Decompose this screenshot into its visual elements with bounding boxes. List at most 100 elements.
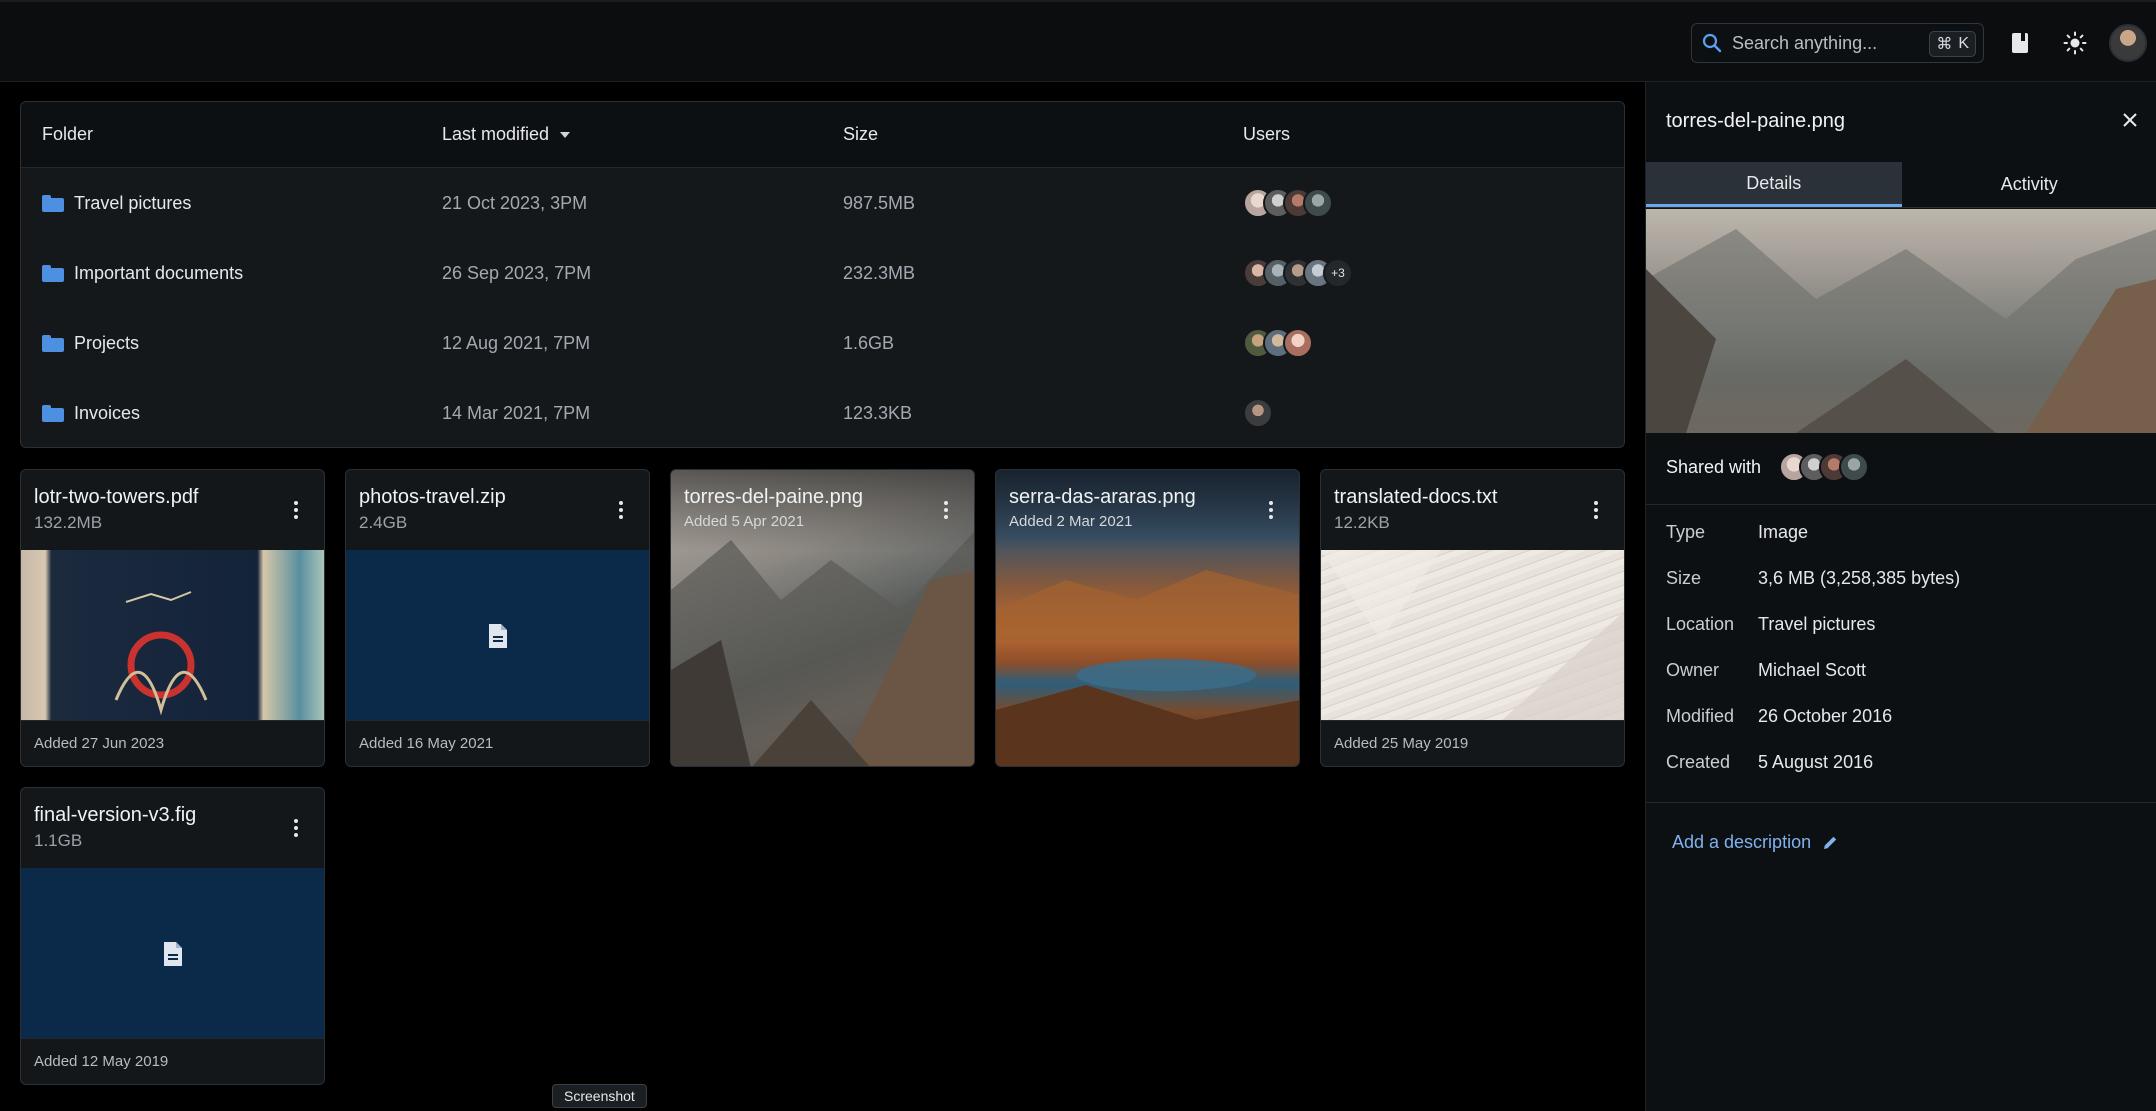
folder-size: 987.5MB [843, 192, 916, 213]
property-row: Modified 26 October 2016 [1666, 693, 1960, 739]
avatar [1243, 398, 1273, 428]
property-value: 3,6 MB (3,258,385 bytes) [1758, 567, 1961, 588]
theme-toggle-button[interactable] [2055, 23, 2095, 63]
file-name: lotr-two-towers.pdf [34, 486, 199, 508]
column-header-folder[interactable]: Folder [42, 124, 93, 145]
table-row[interactable]: Projects 12 Aug 2021, 7PM 1.6GB [21, 308, 1624, 378]
user-avatars [1243, 188, 1333, 218]
table-row[interactable]: Important documents 26 Sep 2023, 7PM 232… [21, 238, 1624, 308]
file-card[interactable]: serra-das-araras.png Added 2 Mar 2021 [995, 469, 1300, 767]
card-footer: Added 12 May 2019 [21, 1038, 324, 1084]
search-shortcut-badge: ⌘ K [1929, 31, 1976, 57]
file-name: translated-docs.txt [1334, 486, 1498, 508]
details-panel: torres-del-paine.png Details Activity Sh… [1645, 82, 2156, 1111]
property-value: 26 October 2016 [1758, 705, 1893, 726]
property-row: Size 3,6 MB (3,258,385 bytes) [1666, 555, 1960, 601]
shared-avatars[interactable] [1779, 452, 1870, 482]
card-footer: Added 27 Jun 2023 [21, 720, 324, 766]
file-preview [21, 868, 324, 1039]
more-options-icon[interactable] [1584, 498, 1608, 522]
tab-activity[interactable]: Activity [1902, 162, 2156, 207]
search-input[interactable] [1732, 32, 1932, 54]
more-options-icon[interactable] [284, 816, 308, 840]
property-value: Michael Scott [1758, 659, 1867, 680]
file-added-date: Added 5 Apr 2021 [684, 513, 805, 530]
more-options-icon[interactable] [934, 498, 958, 522]
card-header: photos-travel.zip 2.4GB [346, 470, 649, 550]
table-row[interactable]: Travel pictures 21 Oct 2023, 3PM 987.5MB [21, 168, 1624, 238]
folder-size: 1.6GB [843, 332, 895, 353]
property-key: Type [1666, 521, 1706, 542]
file-card[interactable]: torres-del-paine.png Added 5 Apr 2021 [670, 469, 975, 767]
shared-with: Shared with [1666, 452, 1870, 482]
papers-image [1321, 550, 1624, 721]
book-cover-image [21, 550, 324, 721]
docs-button[interactable] [2000, 23, 2040, 63]
column-header-size[interactable]: Size [843, 124, 878, 145]
property-key: Owner [1666, 659, 1720, 680]
add-description-button[interactable]: Add a description [1672, 832, 1839, 853]
file-size: 12.2KB [1334, 513, 1390, 532]
file-preview [346, 550, 649, 721]
file-name: serra-das-araras.png [1009, 486, 1196, 508]
folder-icon [42, 264, 64, 282]
search-icon [1692, 23, 1732, 63]
more-options-icon[interactable] [284, 498, 308, 522]
last-modified: 14 Mar 2021, 7PM [442, 402, 591, 423]
file-added-date: Added 2 Mar 2021 [1009, 513, 1133, 530]
file-name: torres-del-paine.png [684, 486, 863, 508]
column-header-last-modified[interactable]: Last modified [442, 124, 571, 145]
folder-name: Travel pictures [74, 192, 192, 213]
property-key: Size [1666, 567, 1702, 588]
folder-size: 232.3MB [843, 262, 916, 283]
add-description-label: Add a description [1672, 832, 1812, 852]
file-icon [488, 623, 507, 648]
table-row[interactable]: Invoices 14 Mar 2021, 7PM 123.3KB [21, 378, 1624, 447]
property-row: Type Image [1666, 509, 1960, 555]
file-card[interactable]: lotr-two-towers.pdf 132.2MB Added 27 Jun… [20, 469, 325, 767]
property-value: Image [1758, 521, 1809, 542]
property-value: 5 August 2016 [1758, 751, 1874, 772]
property-row: Owner Michael Scott [1666, 647, 1960, 693]
card-header: lotr-two-towers.pdf 132.2MB [21, 470, 324, 550]
folder-size: 123.3KB [843, 402, 913, 423]
card-header: torres-del-paine.png Added 5 Apr 2021 [671, 470, 974, 550]
command-key-label: ⌘ [1936, 36, 1953, 53]
folder-icon [42, 194, 64, 212]
file-name: photos-travel.zip [359, 486, 506, 508]
file-size: 1.1GB [34, 831, 83, 850]
book-icon [2012, 33, 2028, 53]
property-row: Created 5 August 2016 [1666, 739, 1960, 785]
last-modified: 26 Sep 2023, 7PM [442, 262, 592, 283]
file-card[interactable]: final-version-v3.fig 1.1GB Added 12 May … [20, 787, 325, 1085]
file-card[interactable]: photos-travel.zip 2.4GB Added 16 May 202… [345, 469, 650, 767]
card-footer: Added 16 May 2021 [346, 720, 649, 766]
tab-details[interactable]: Details [1646, 162, 1902, 207]
user-avatars [1243, 398, 1273, 428]
property-row: Location Travel pictures [1666, 601, 1960, 647]
more-users-badge[interactable]: +3 [1323, 258, 1353, 288]
file-size: 132.2MB [34, 513, 103, 532]
column-header-label: Last modified [442, 124, 550, 144]
search-box[interactable]: ⌘ K [1691, 23, 1984, 63]
user-avatars [1243, 328, 1313, 358]
file-card[interactable]: translated-docs.txt 12.2KB Added 25 May … [1320, 469, 1625, 767]
column-header-users: Users [1243, 124, 1291, 144]
panel-title: torres-del-paine.png [1666, 110, 1845, 132]
last-modified: 21 Oct 2023, 3PM [442, 192, 588, 213]
top-bar: ⌘ K [0, 0, 2156, 82]
folder-table: Folder Last modified Size Users Travel p… [20, 101, 1625, 448]
avatar [1303, 188, 1333, 218]
more-options-icon[interactable] [609, 498, 633, 522]
property-key: Location [1666, 613, 1735, 634]
close-icon[interactable] [2118, 108, 2142, 132]
folder-icon [42, 404, 64, 422]
more-options-icon[interactable] [1259, 498, 1283, 522]
card-header: translated-docs.txt 12.2KB [1321, 470, 1624, 550]
screenshot-tooltip: Screenshot [552, 1084, 647, 1108]
user-avatar[interactable] [2109, 24, 2147, 62]
property-value: Travel pictures [1758, 613, 1876, 634]
file-name: final-version-v3.fig [34, 804, 197, 826]
shortcut-key-label: K [1958, 35, 1969, 52]
user-avatars: +3 [1243, 258, 1353, 288]
